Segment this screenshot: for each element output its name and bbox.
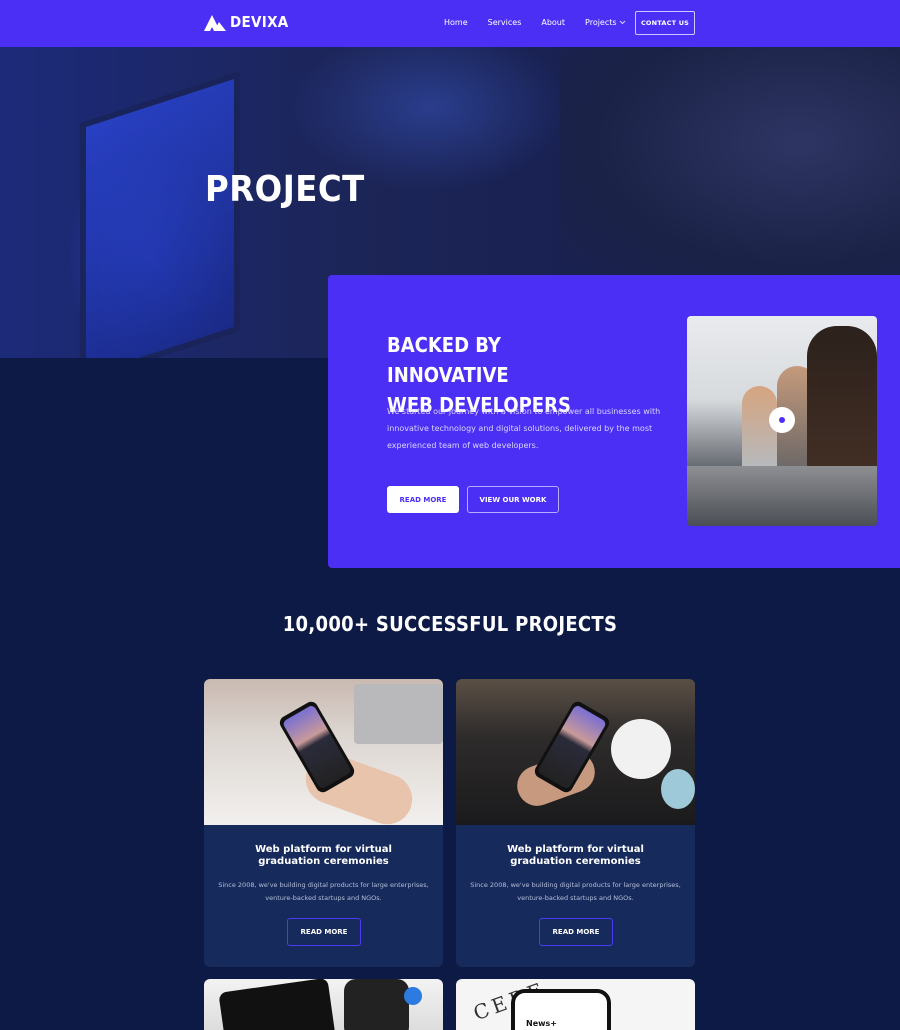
- main-menu: Home Services About Projects: [444, 18, 626, 27]
- projects-heading: 10,000+ SUCCESSFUL PROJECTS: [282, 612, 618, 636]
- image-phone: [532, 699, 612, 795]
- hero-background-person: [560, 47, 900, 287]
- nav-link-home[interactable]: Home: [444, 18, 468, 27]
- photo-desk: [687, 466, 877, 526]
- image-watch: [344, 979, 409, 1030]
- brand-name: DEVIXA: [230, 13, 289, 31]
- project-card-image: [204, 679, 443, 832]
- nav-link-projects-label: Projects: [585, 18, 617, 27]
- image-object: [404, 987, 422, 1005]
- project-card-title: Web platform for virtual graduation cere…: [255, 844, 392, 867]
- page-title: PROJECT: [205, 169, 365, 210]
- project-card: Web platform for virtual graduation cere…: [456, 679, 695, 967]
- nav-link-projects[interactable]: Projects: [585, 18, 626, 27]
- image-cup: [661, 769, 695, 809]
- read-more-button[interactable]: READ MORE: [387, 486, 459, 513]
- brand-logo[interactable]: DEVIXA: [204, 13, 289, 31]
- project-card: [204, 979, 443, 1030]
- project-card: CERE News+: [456, 979, 695, 1030]
- top-nav: DEVIXA Home Services About Projects CONT…: [0, 0, 900, 47]
- project-card: Web platform for virtual graduation cere…: [204, 679, 443, 967]
- feature-title-line-1: BACKED BY INNOVATIVE: [387, 333, 509, 387]
- nav-link-about[interactable]: About: [541, 18, 565, 27]
- image-phone: [218, 979, 336, 1030]
- logo-mountain-icon: [204, 15, 226, 31]
- project-card-image: [456, 679, 695, 825]
- image-plate: [611, 719, 671, 779]
- project-card-title: Web platform for virtual graduation cere…: [507, 844, 644, 867]
- nav-link-services[interactable]: Services: [488, 18, 522, 27]
- image-phone: [277, 699, 357, 795]
- image-phone-label: News+: [526, 1019, 557, 1028]
- project-read-more-button[interactable]: READ MORE: [539, 918, 613, 946]
- project-card-text: Since 2008, we've building digital produ…: [470, 881, 681, 902]
- view-our-work-button[interactable]: VIEW OUR WORK: [467, 486, 559, 513]
- feature-description: We started our journey with a vision to …: [387, 407, 661, 450]
- contact-us-button[interactable]: CONTACT US: [635, 11, 695, 35]
- image-laptop: [354, 684, 443, 744]
- project-card-text: Since 2008, we've building digital produ…: [218, 881, 429, 902]
- chevron-down-icon: [619, 20, 625, 25]
- play-icon: [779, 417, 785, 423]
- team-photo: [687, 316, 877, 526]
- feature-card: BACKED BY INNOVATIVE WEB DEVELOPERS We s…: [328, 275, 900, 568]
- play-video-button[interactable]: [769, 407, 795, 433]
- hero-background-laptop: [80, 71, 240, 358]
- project-read-more-button[interactable]: READ MORE: [287, 918, 361, 946]
